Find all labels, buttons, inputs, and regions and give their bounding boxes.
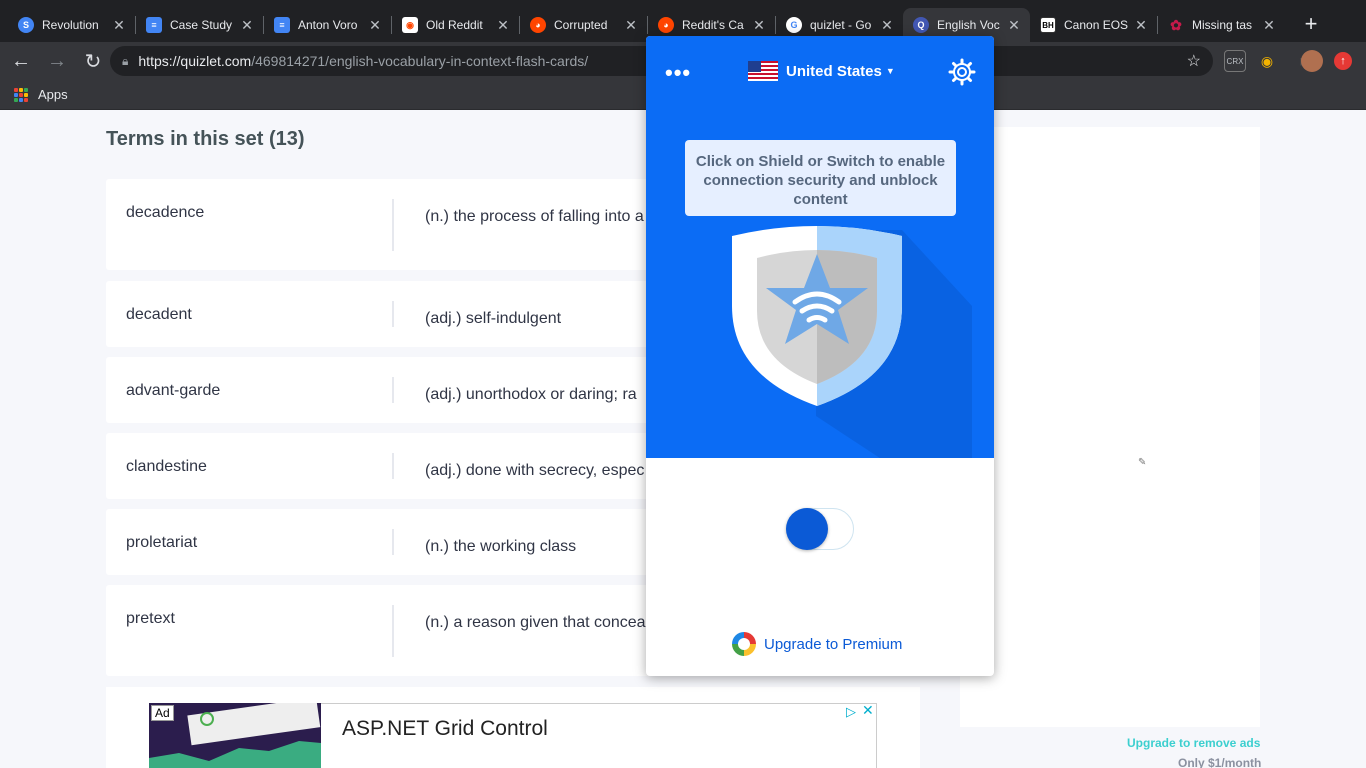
close-icon[interactable]: ✕ <box>862 702 874 719</box>
tab-missing-tas[interactable]: ✿ Missing tas ✕ <box>1158 8 1285 42</box>
crx-extension-icon[interactable]: CRX <box>1224 50 1246 72</box>
menu-button[interactable]: ••• <box>665 60 691 86</box>
price-label: Only $1/month <box>1178 756 1262 768</box>
tab-title: quizlet - Go <box>810 18 872 32</box>
premium-label: Upgrade to Premium <box>764 635 903 653</box>
tab-case-study[interactable]: ≡ Case Study ✕ <box>136 8 263 42</box>
divider <box>392 529 394 555</box>
toggle-knob[interactable] <box>786 508 828 550</box>
tab-revolution[interactable]: S Revolution ✕ <box>8 8 135 42</box>
crx-label: CRX <box>1226 56 1244 66</box>
tab-title: Revolution <box>42 18 99 32</box>
term-word: decadent <box>126 306 192 323</box>
right-ad-column: ✎ <box>960 127 1260 727</box>
close-icon[interactable]: ✕ <box>1006 17 1022 34</box>
close-icon[interactable]: ✕ <box>367 17 383 34</box>
divider <box>392 199 394 251</box>
term-word: pretext <box>126 610 175 627</box>
bh-icon: BH <box>1040 17 1056 33</box>
term-word: proletariat <box>126 534 198 551</box>
back-button[interactable]: ← <box>6 46 36 76</box>
close-icon[interactable]: ✕ <box>1261 17 1277 34</box>
tab-title: Missing tas <box>1192 18 1253 32</box>
close-icon[interactable]: ✕ <box>879 17 895 34</box>
apps-bookmark[interactable]: Apps <box>38 87 68 102</box>
close-icon[interactable]: ✕ <box>239 17 255 34</box>
divider <box>392 453 394 479</box>
tab-anton-voro[interactable]: ≡ Anton Voro ✕ <box>264 8 391 42</box>
google-icon: G <box>786 17 802 33</box>
shield-icon[interactable] <box>732 226 972 458</box>
us-flag-icon <box>748 61 778 81</box>
ad-image <box>149 703 321 768</box>
vpn-popup: ••• United States ▼ Click on Shield or S… <box>646 36 994 676</box>
raspberry-icon: ✿ <box>1170 16 1182 33</box>
tab-title: Reddit's Ca <box>682 18 744 32</box>
tab-title: Anton Voro <box>298 18 358 32</box>
ad-banner[interactable]: Ad ASP.NET Grid Control ▷ ✕ <box>106 687 920 768</box>
reddit-icon: ◕ <box>658 17 674 33</box>
quizlet-icon: Q <box>913 17 929 33</box>
close-icon[interactable]: ✕ <box>623 17 639 34</box>
apps-grid-icon <box>14 87 28 102</box>
divider <box>392 301 394 327</box>
update-icon[interactable]: ↑ <box>1334 52 1352 70</box>
docs-icon: ≡ <box>146 17 162 33</box>
adchoices-icon[interactable]: ▷ <box>846 704 856 720</box>
pin-icon: ✎ <box>1138 457 1147 468</box>
revolution-icon: S <box>18 17 34 33</box>
upgrade-premium-link[interactable]: Upgrade to Premium <box>732 632 902 656</box>
country-selector[interactable]: United States ▼ <box>748 61 895 81</box>
lock-icon: 🔒︎ <box>122 53 129 68</box>
url-path: /469814271/english-vocabulary-in-context… <box>251 53 589 69</box>
tab-title: Canon EOS <box>1064 18 1129 32</box>
premium-gauge-icon <box>732 632 756 656</box>
new-tab-button[interactable]: + <box>1293 8 1329 42</box>
ad-badge: Ad <box>151 705 174 721</box>
close-icon[interactable]: ✕ <box>111 17 127 34</box>
tab-title: Corrupted <box>554 18 608 32</box>
divider <box>392 377 394 403</box>
tab-title: Old Reddit <box>426 18 483 32</box>
reddit-icon: ◕ <box>530 17 546 33</box>
gear-icon[interactable] <box>948 58 976 86</box>
close-icon[interactable]: ✕ <box>751 17 767 34</box>
reddit-icon: ◉ <box>402 17 418 33</box>
url-host: https://quizlet.com <box>138 53 252 69</box>
upgrade-remove-ads-link[interactable]: Upgrade to remove ads <box>1127 736 1260 750</box>
ad-title[interactable]: ASP.NET Grid Control <box>342 717 548 741</box>
divider <box>392 605 394 657</box>
terms-heading: Terms in this set (13) <box>106 128 305 150</box>
connection-hint: Click on Shield or Switch to enable conn… <box>685 140 956 216</box>
tab-canon-eos[interactable]: BH Canon EOS ✕ <box>1030 8 1157 42</box>
vpn-header-panel: ••• United States ▼ Click on Shield or S… <box>646 36 994 458</box>
tab-title: Case Study <box>170 18 233 32</box>
reload-button[interactable]: ↻ <box>78 46 108 76</box>
close-icon[interactable]: ✕ <box>1133 17 1149 34</box>
term-word: decadence <box>126 204 205 221</box>
forward-button[interactable]: → <box>42 46 72 76</box>
term-word: advant-garde <box>126 382 221 399</box>
connection-toggle[interactable] <box>786 508 854 550</box>
owl-extension-icon[interactable]: ◉ <box>1256 50 1278 72</box>
close-icon[interactable]: ✕ <box>495 17 511 34</box>
avatar[interactable] <box>1301 50 1323 72</box>
tab-corrupted[interactable]: ◕ Corrupted ✕ <box>520 8 647 42</box>
tab-title: English Voc <box>937 18 1000 32</box>
country-label: United States <box>786 62 882 80</box>
term-word: clandestine <box>126 458 207 475</box>
bookmark-star-icon[interactable]: ☆ <box>1187 51 1201 71</box>
caret-down-icon: ▼ <box>885 66 895 76</box>
docs-icon: ≡ <box>274 17 290 33</box>
tab-old-reddit[interactable]: ◉ Old Reddit ✕ <box>392 8 519 42</box>
